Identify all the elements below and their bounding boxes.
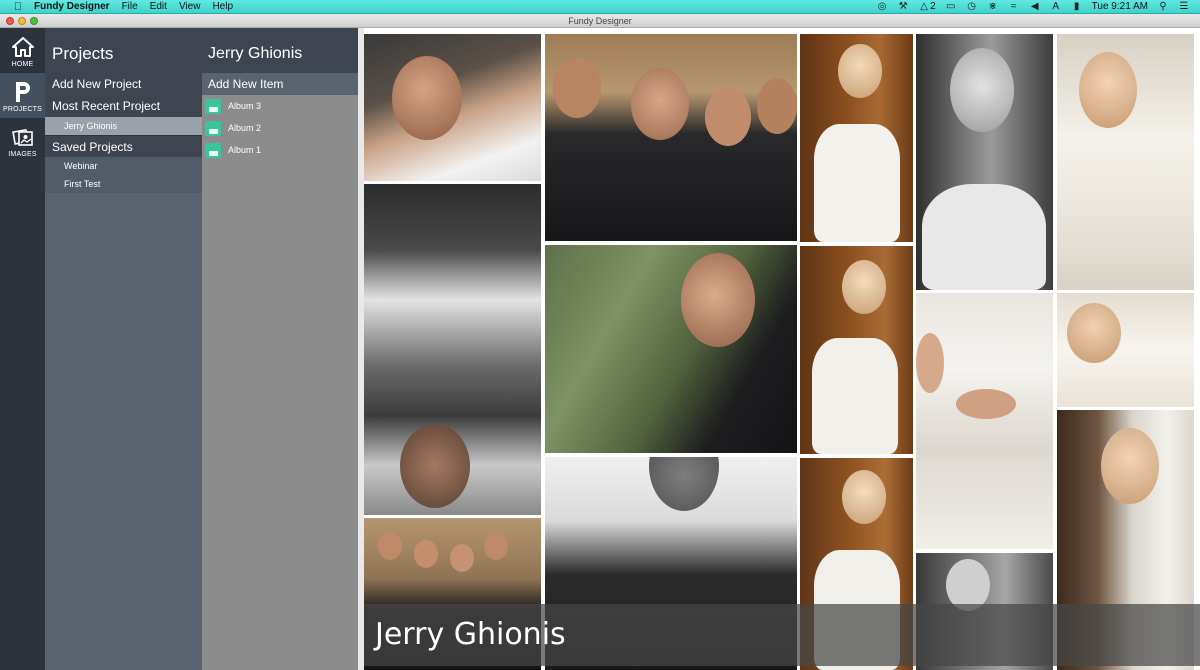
- photo-gallery: [364, 28, 1200, 670]
- keyboard-icon[interactable]: A: [1050, 1, 1062, 12]
- gallery-photo[interactable]: [545, 245, 797, 453]
- album-icon: [205, 120, 221, 136]
- album-icon: [205, 142, 221, 158]
- menu-bar:  Fundy Designer File Edit View Help ◎ ⚒…: [0, 0, 1200, 14]
- gallery-photo[interactable]: [800, 34, 913, 242]
- adobe-badge-icon: △: [920, 1, 928, 12]
- gallery-caption: Jerry Ghionis: [364, 604, 1200, 666]
- album-label: Album 1: [228, 145, 262, 155]
- recent-project-item[interactable]: Jerry Ghionis: [45, 117, 202, 135]
- wrench-icon[interactable]: ⚒: [897, 1, 909, 12]
- saved-projects-heading[interactable]: Saved Projects: [45, 135, 202, 157]
- album-icon: [205, 98, 221, 114]
- nav-images[interactable]: IMAGES: [0, 118, 45, 163]
- battery-icon[interactable]: ▮: [1071, 1, 1083, 12]
- window-title: Fundy Designer: [568, 16, 632, 26]
- status-area: ◎ ⚒ △ 2 ▭ ◷ ⋇ ≈ ◀ A ▮ Tue 9:21 AM ⚲ ☰: [876, 1, 1190, 12]
- album-label: Album 3: [228, 101, 262, 111]
- volume-icon[interactable]: ◀: [1029, 1, 1041, 12]
- most-recent-project-heading[interactable]: Most Recent Project: [45, 95, 202, 117]
- add-new-item-button[interactable]: Add New Item: [202, 73, 358, 95]
- saved-project-item[interactable]: Webinar: [45, 157, 202, 175]
- app-menu[interactable]: Fundy Designer: [34, 1, 110, 12]
- menu-view[interactable]: View: [179, 1, 201, 12]
- nav-rail: HOME PROJECTS IMAGES: [0, 28, 45, 670]
- gallery-photo[interactable]: [916, 293, 1053, 549]
- minimize-window-button[interactable]: [18, 17, 26, 25]
- wifi-icon[interactable]: ≈: [1008, 1, 1020, 12]
- album-label: Album 2: [228, 123, 262, 133]
- album-item[interactable]: Album 3: [202, 95, 358, 117]
- projects-panel: Projects Add New Project Most Recent Pro…: [45, 28, 202, 670]
- menu-file[interactable]: File: [122, 1, 138, 12]
- bluetooth-icon[interactable]: ⋇: [987, 1, 999, 12]
- nav-projects[interactable]: PROJECTS: [0, 73, 45, 118]
- projects-p-icon: [13, 79, 33, 105]
- add-new-project-button[interactable]: Add New Project: [45, 73, 202, 95]
- project-title: Jerry Ghionis: [202, 28, 358, 73]
- nav-home[interactable]: HOME: [0, 28, 45, 73]
- gallery-photo[interactable]: [364, 34, 541, 181]
- airplay-icon[interactable]: ▭: [945, 1, 957, 12]
- album-item[interactable]: Album 2: [202, 117, 358, 139]
- saved-project-item[interactable]: First Test: [45, 175, 202, 193]
- images-icon: [11, 124, 34, 150]
- window-controls: [6, 17, 38, 25]
- gallery-photo[interactable]: [800, 246, 913, 454]
- apple-menu-icon[interactable]: : [10, 1, 26, 13]
- zoom-window-button[interactable]: [30, 17, 38, 25]
- ai-icon[interactable]: ◎: [876, 1, 888, 12]
- time-machine-icon[interactable]: ◷: [966, 1, 978, 12]
- clock[interactable]: Tue 9:21 AM: [1092, 1, 1148, 12]
- gallery-photo[interactable]: [1057, 293, 1194, 407]
- spotlight-icon[interactable]: ⚲: [1157, 1, 1169, 12]
- menu-edit[interactable]: Edit: [150, 1, 167, 12]
- close-window-button[interactable]: [6, 17, 14, 25]
- notification-center-icon[interactable]: ☰: [1178, 1, 1190, 12]
- window-title-bar: Fundy Designer: [0, 14, 1200, 28]
- adobe-badge[interactable]: △ 2: [918, 1, 935, 12]
- gallery-photo[interactable]: [545, 34, 797, 241]
- album-item[interactable]: Album 1: [202, 139, 358, 161]
- menu-help[interactable]: Help: [212, 1, 233, 12]
- projects-title: Projects: [45, 28, 202, 73]
- home-icon: [11, 34, 34, 60]
- gallery-photo[interactable]: [364, 184, 541, 515]
- project-items-panel: Jerry Ghionis Add New Item Album 3 Album…: [202, 28, 358, 670]
- gallery-photo[interactable]: [916, 34, 1053, 290]
- gallery-photo[interactable]: [1057, 34, 1194, 290]
